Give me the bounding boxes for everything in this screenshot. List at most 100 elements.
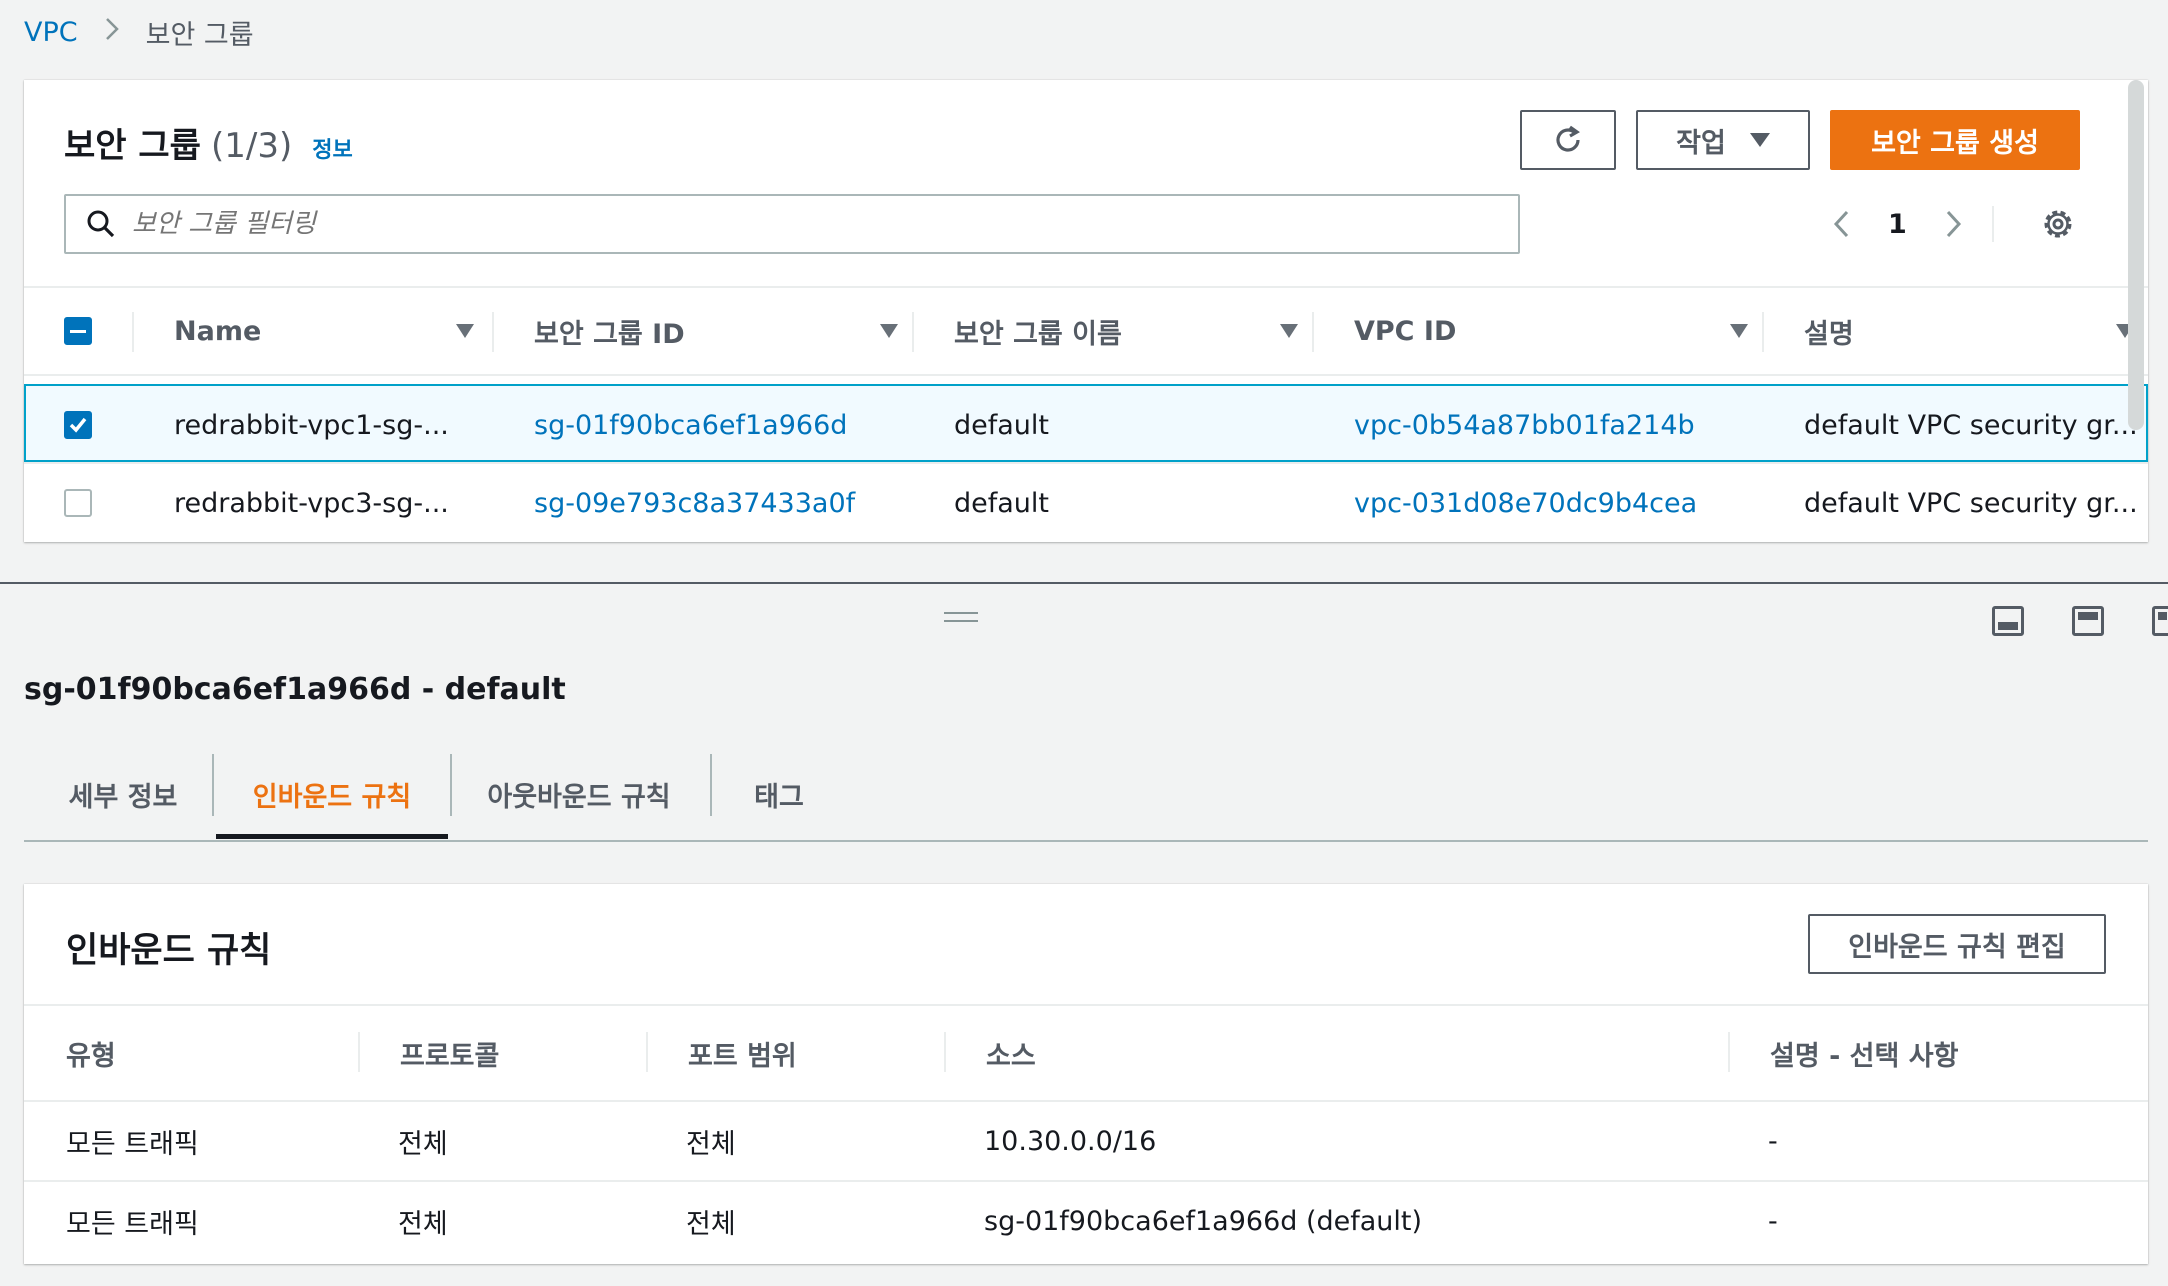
inbound-rules-panel: 인바운드 규칙 인바운드 규칙 편집 유형 프로토콜 포트 범위 소스 설명 -… <box>24 884 2148 1264</box>
tab-tags[interactable]: 태그 <box>714 754 844 834</box>
row-checkbox[interactable] <box>64 411 92 439</box>
cell-type: 모든 트래픽 <box>66 1128 199 1160</box>
table-scrollbar[interactable] <box>2128 80 2144 430</box>
column-label: 보안 그룹 이름 <box>954 318 1122 350</box>
column-divider <box>1762 312 1764 352</box>
tab-details[interactable]: 세부 정보 <box>48 754 198 834</box>
column-header-type: 유형 <box>66 1040 116 1072</box>
panel-hide-icon[interactable] <box>2152 606 2168 636</box>
column-divider <box>944 1032 946 1072</box>
actions-dropdown-button[interactable]: 작업 <box>1636 110 1810 170</box>
row-select-cell <box>64 386 92 464</box>
column-label: 설명 <box>1804 318 1854 350</box>
refresh-icon <box>1556 125 1580 152</box>
pagination: 1 <box>1832 194 1963 254</box>
table-row[interactable]: redrabbit-vpc1-sg-... sg-01f90bca6ef1a96… <box>24 384 2148 462</box>
tab-divider <box>710 754 712 816</box>
cell-type: 모든 트래픽 <box>66 1208 199 1240</box>
panel-bottom-icon[interactable] <box>1992 606 2024 636</box>
detail-title: sg-01f90bca6ef1a966d - default <box>24 672 566 707</box>
pager-divider <box>1992 206 1994 242</box>
cell-port-range: 전체 <box>686 1128 736 1160</box>
column-label: VPC ID <box>1354 315 1457 347</box>
cell-vpc-id-link[interactable]: vpc-0b54a87bb01fa214b <box>1354 386 1754 464</box>
actions-label: 작업 <box>1676 127 1726 159</box>
cell-description: default VPC security gr... <box>1804 409 2138 441</box>
cell-source: sg-01f90bca6ef1a966d (default) <box>984 1205 1423 1237</box>
column-header-sg-name[interactable]: 보안 그룹 이름 <box>954 288 1298 374</box>
cell-name: redrabbit-vpc3-sg-... <box>174 487 449 519</box>
create-security-group-button[interactable]: 보안 그룹 생성 <box>1830 110 2080 170</box>
tab-divider <box>450 754 452 816</box>
search-icon <box>87 210 115 238</box>
cell-vpc-id-link[interactable]: vpc-031d08e70dc9b4cea <box>1354 464 1754 542</box>
gear-icon[interactable] <box>2040 206 2076 246</box>
column-divider <box>1312 312 1314 352</box>
tab-divider <box>212 754 214 816</box>
column-header-description[interactable]: 설명 <box>1804 288 2134 374</box>
filter-search-box[interactable] <box>64 194 1520 254</box>
drag-handle-icon[interactable] <box>944 612 978 622</box>
row-select-cell <box>64 464 92 542</box>
inbound-rule-row: 모든 트래픽 전체 전체 10.30.0.0/16 - <box>24 1102 2148 1182</box>
column-divider <box>912 312 914 352</box>
select-all-checkbox[interactable] <box>64 317 92 345</box>
column-divider <box>1728 1032 1730 1072</box>
breadcrumb: VPC 보안 그룹 <box>24 12 254 52</box>
cell-sg-name: default <box>954 409 1050 441</box>
chevron-right-icon <box>104 16 120 49</box>
cell-source: 10.30.0.0/16 <box>984 1125 1157 1157</box>
inbound-rules-title: 인바운드 규칙 <box>66 931 272 971</box>
sort-icon[interactable] <box>456 324 474 338</box>
cell-protocol: 전체 <box>398 1128 448 1160</box>
select-all-cell <box>64 288 104 374</box>
column-divider <box>646 1032 648 1072</box>
chevron-left-icon[interactable] <box>1832 208 1852 240</box>
sort-icon[interactable] <box>880 324 898 338</box>
tab-inbound-rules[interactable]: 인바운드 규칙 <box>216 754 448 834</box>
cell-sg-name: default <box>954 487 1050 519</box>
sort-icon[interactable] <box>1730 324 1748 338</box>
breadcrumb-vpc-link[interactable]: VPC <box>24 17 78 48</box>
table-header: Name 보안 그룹 ID 보안 그룹 이름 VPC ID 설명 <box>24 286 2148 376</box>
search-input[interactable] <box>132 209 1432 239</box>
column-header-port-range: 포트 범위 <box>688 1040 797 1072</box>
edit-inbound-rules-button[interactable]: 인바운드 규칙 편집 <box>1808 914 2106 974</box>
panel-side-icon[interactable] <box>2072 606 2104 636</box>
column-header-description: 설명 - 선택 사항 <box>1770 1040 1959 1072</box>
column-divider <box>358 1032 360 1072</box>
column-label: Name <box>174 315 262 347</box>
breadcrumb-current: 보안 그룹 <box>145 19 254 51</box>
column-header-name[interactable]: Name <box>174 288 474 374</box>
page-number[interactable]: 1 <box>1888 209 1907 240</box>
column-header-vpc-id[interactable]: VPC ID <box>1354 288 1748 374</box>
sort-icon[interactable] <box>1280 324 1298 338</box>
cell-sg-id-link[interactable]: sg-09e793c8a37433a0f <box>534 464 904 542</box>
chevron-right-icon[interactable] <box>1943 208 1963 240</box>
column-divider <box>492 312 494 352</box>
info-link[interactable]: 정보 <box>312 132 352 164</box>
column-divider <box>132 312 134 352</box>
cell-name: redrabbit-vpc1-sg-... <box>174 409 449 441</box>
cell-port-range: 전체 <box>686 1208 736 1240</box>
security-groups-panel: 보안 그룹 (1/3) 정보 작업 보안 그룹 생성 1 Name <box>24 80 2148 542</box>
active-tab-indicator <box>216 834 448 839</box>
cell-description: default VPC security gr... <box>1804 487 2138 519</box>
inbound-table-header: 유형 프로토콜 포트 범위 소스 설명 - 선택 사항 <box>24 1004 2148 1102</box>
tab-outbound-rules[interactable]: 아웃바운드 규칙 <box>454 754 704 834</box>
split-panel-divider[interactable] <box>0 582 2168 584</box>
table-row[interactable]: redrabbit-vpc3-sg-... sg-09e793c8a37433a… <box>24 462 2148 540</box>
detail-tabs: 세부 정보 인바운드 규칙 아웃바운드 규칙 태그 <box>24 748 2148 842</box>
column-label: 보안 그룹 ID <box>534 318 685 350</box>
selection-count: (1/3) <box>210 126 293 166</box>
column-header-source: 소스 <box>986 1040 1036 1072</box>
title-text: 보안 그룹 <box>64 126 201 166</box>
cell-description: - <box>1768 1125 1778 1157</box>
refresh-button[interactable] <box>1520 110 1616 170</box>
caret-down-icon <box>1749 133 1770 147</box>
row-checkbox[interactable] <box>64 489 92 517</box>
column-header-sg-id[interactable]: 보안 그룹 ID <box>534 288 898 374</box>
column-header-protocol: 프로토콜 <box>400 1040 500 1072</box>
cell-protocol: 전체 <box>398 1208 448 1240</box>
cell-sg-id-link[interactable]: sg-01f90bca6ef1a966d <box>534 386 904 464</box>
